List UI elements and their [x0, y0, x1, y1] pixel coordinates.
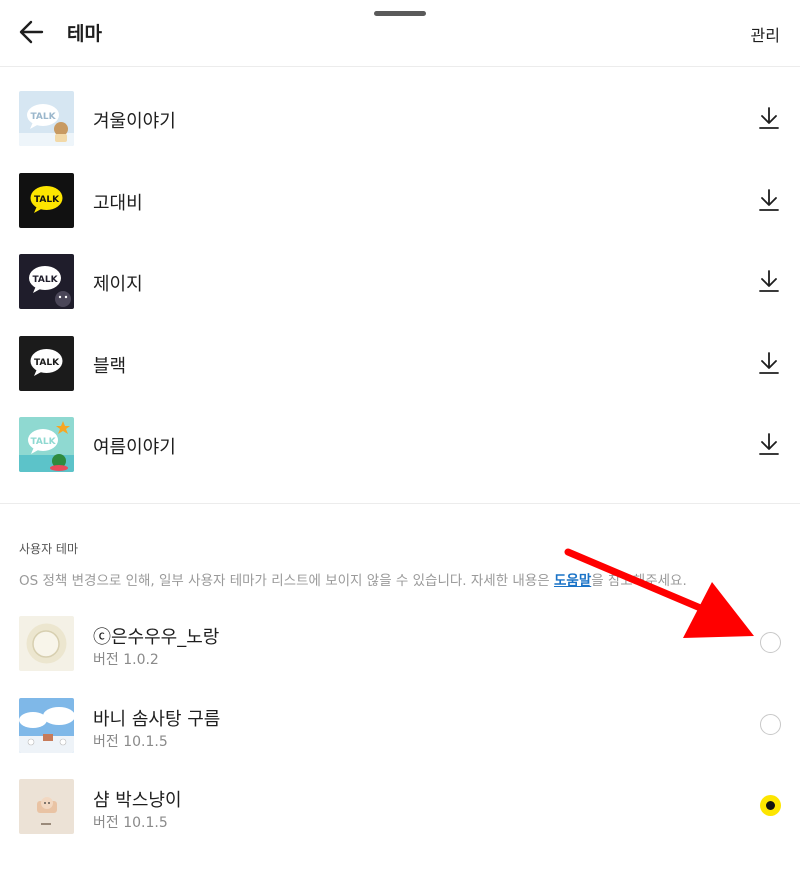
download-icon — [759, 270, 779, 292]
download-icon — [759, 188, 779, 211]
user-theme-name: ⓒ은수우우_노랑 — [93, 627, 220, 648]
theme-list: TALK 겨울이야기 TALK 고대비 TALK 제이지 TALK 블랙 TAL… — [0, 78, 800, 486]
download-button[interactable] — [758, 188, 780, 212]
user-theme-thumbnail — [19, 697, 74, 753]
theme-name: 고대비 — [93, 192, 143, 214]
user-theme-notice: OS 정책 변경으로 인해, 일부 사용자 테마가 리스트에 보이지 않을 수 … — [19, 569, 687, 589]
theme-thumbnail-black: TALK — [19, 335, 74, 391]
theme-name: 겨울이야기 — [93, 111, 176, 132]
talk-text: TALK — [32, 275, 58, 285]
download-button[interactable] — [758, 351, 780, 375]
talk-text: TALK — [30, 437, 56, 447]
user-theme-item[interactable]: 바니 솜사탕 구름 버전 10.1.5 — [0, 685, 800, 767]
theme-thumbnail-highcontrast: TALK — [19, 172, 74, 228]
download-icon — [759, 433, 779, 455]
notice-text-end: 을 참고해주세요. — [591, 573, 687, 589]
user-theme-version: 버전 1.0.2 — [93, 652, 159, 668]
page-title: 테마 — [67, 23, 102, 45]
download-button[interactable] — [758, 106, 780, 130]
theme-radio-button[interactable] — [760, 632, 781, 653]
theme-name: 제이지 — [93, 274, 143, 295]
theme-radio-button-selected[interactable] — [760, 795, 781, 816]
user-theme-version: 버전 10.1.5 — [93, 815, 168, 831]
theme-name: 블랙 — [93, 355, 127, 377]
user-theme-item[interactable]: 샴 박스냥이 버전 10.1.5 — [0, 766, 800, 848]
theme-thumbnail-jayg: TALK — [19, 254, 74, 309]
theme-item-highcontrast[interactable]: TALK 고대비 — [0, 160, 800, 242]
back-button[interactable] — [16, 17, 50, 47]
back-arrow-icon — [19, 20, 44, 44]
theme-item-winter[interactable]: TALK 겨울이야기 — [0, 78, 800, 160]
user-theme-name: 바니 솜사탕 구름 — [93, 708, 221, 730]
download-button[interactable] — [758, 432, 780, 456]
talk-text: TALK — [30, 112, 56, 122]
theme-thumbnail-summer: TALK — [19, 417, 74, 472]
user-theme-thumbnail — [19, 779, 74, 834]
talk-text: TALK — [34, 358, 60, 368]
theme-thumbnail-winter: TALK — [19, 91, 74, 146]
notice-text: OS 정책 변경으로 인해, 일부 사용자 테마가 리스트에 보이지 않을 수 … — [19, 573, 554, 589]
user-theme-version: 버전 10.1.5 — [93, 733, 168, 750]
user-theme-item[interactable]: ⓒ은수우우_노랑 버전 1.0.2 — [0, 603, 800, 685]
theme-item-black[interactable]: TALK 블랙 — [0, 323, 800, 405]
theme-name: 여름이야기 — [93, 437, 176, 458]
user-theme-thumbnail — [19, 616, 74, 671]
theme-item-summer[interactable]: TALK 여름이야기 — [0, 404, 800, 486]
manage-button[interactable]: 관리 — [751, 22, 780, 46]
user-theme-section-title: 사용자 테마 — [19, 542, 79, 556]
theme-radio-button[interactable] — [760, 713, 781, 735]
section-divider — [0, 503, 800, 504]
download-icon — [759, 107, 779, 129]
download-button[interactable] — [758, 269, 780, 293]
top-bar: 테마 관리 — [0, 0, 800, 67]
user-theme-list: ⓒ은수우우_노랑 버전 1.0.2 바니 솜사탕 구름 버전 10.1.5 샴 … — [0, 603, 800, 848]
help-link[interactable]: 도움말 — [554, 573, 591, 589]
user-theme-name: 샴 박스냥이 — [93, 790, 182, 811]
talk-text: TALK — [34, 195, 60, 205]
download-icon — [759, 351, 779, 374]
theme-item-jayg[interactable]: TALK 제이지 — [0, 241, 800, 323]
